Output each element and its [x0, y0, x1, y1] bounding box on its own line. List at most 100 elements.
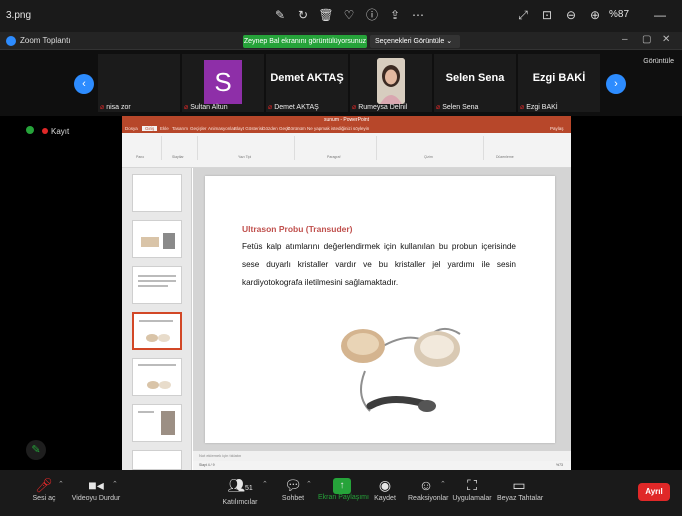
screen-share-banner: Zeynep Bal ekranını görüntülüyorsunuz — [243, 35, 367, 48]
participant-tile[interactable]: Demet AKTAŞ ⌀ Demet AKTAŞ — [266, 54, 348, 112]
apps-grid-icon: ⛶ — [467, 477, 477, 493]
delete-icon[interactable]: 🗑 — [318, 7, 334, 23]
participant-display-name: Demet AKTAŞ — [270, 72, 344, 84]
recording-indicator[interactable]: Kayıt — [26, 126, 69, 136]
ppt-tab[interactable]: Tasarım — [172, 126, 188, 131]
ppt-share-button[interactable]: Paylaş — [550, 126, 564, 131]
image-viewer-toolbar: 3.png ✎ ↻ 🗑 ♡ ⓘ ⇪ ⋯ ⤢ ⊡ ⊖ ⊕ %87 — — [0, 0, 682, 32]
minimize-icon[interactable]: — — [652, 7, 668, 23]
speaker-notes[interactable]: Not eklemek için tıklatın — [193, 451, 571, 461]
rotate-icon[interactable]: ↻ — [295, 7, 311, 23]
share-screen-button[interactable]: ↑ Ekran Paylaşımı — [318, 475, 369, 501]
current-slide[interactable]: Ultrason Probu (Transuder) Fetüs kalp at… — [205, 176, 555, 443]
window-restore-icon[interactable]: ▢ — [642, 34, 651, 45]
info-icon[interactable]: ⓘ — [364, 7, 380, 23]
gallery-view-label[interactable]: Görüntüle — [643, 58, 674, 65]
zoom-in-icon[interactable]: ⊕ — [587, 7, 603, 23]
participant-tile[interactable]: ⌀ Rumeysa Delnil — [350, 54, 432, 112]
ribbon-group-slides[interactable]: Slaytlar — [164, 136, 198, 160]
participant-tile[interactable]: ⌀ nisa zor — [98, 54, 180, 112]
fit-icon[interactable]: ⊡ — [539, 7, 555, 23]
ppt-statusbar: Slayt 4 / 9 %73 — [193, 461, 571, 470]
ribbon-group-drawing[interactable]: Çizim — [379, 136, 484, 160]
zoom-logo-icon — [6, 36, 16, 46]
view-options-button[interactable]: Seçenekleri Görüntüle ⌄ — [370, 35, 460, 48]
ribbon-group-paragraph[interactable]: Paragraf — [297, 136, 377, 160]
ppt-tab[interactable]: Slayt Gösterisi — [234, 126, 263, 131]
whiteboards-button[interactable]: ▭ Beyaz Tahtalar — [497, 475, 543, 502]
participant-tile[interactable]: Selen Sena ⌀ Selen Sena — [434, 54, 516, 112]
participant-display-name: Ezgi BAKİ — [532, 72, 586, 84]
ribbon-group-editing[interactable]: Düzenleme — [486, 136, 531, 160]
slide-editor: Ultrason Probu (Transuder) Fetüs kalp at… — [193, 168, 571, 470]
reactions-options-icon[interactable]: ⌃ — [440, 480, 446, 488]
ppt-ribbon-tabs: Dosya Giriş Ekle Tasarım Geçişler Animas… — [122, 125, 571, 133]
ppt-tab[interactable]: Giriş — [142, 126, 158, 131]
muted-mic-icon: ⌀ — [520, 104, 525, 111]
leave-meeting-button[interactable]: Ayrıl — [638, 483, 670, 501]
ppt-tab[interactable]: Görünüm — [287, 126, 306, 131]
window-close-icon[interactable]: ✕ — [662, 34, 670, 45]
participant-display-name: Selen Sena — [445, 72, 505, 84]
video-options-icon[interactable]: ⌃ — [112, 480, 118, 488]
edit-icon[interactable]: ✎ — [272, 7, 288, 23]
chat-button[interactable]: 💬︎ Sohbet — [280, 475, 306, 502]
slide-thumbnail[interactable] — [132, 450, 182, 470]
participant-gallery: ‹ ⌀ nisa zor S ⌀ Sultan Altun Demet AKTAŞ … — [0, 50, 682, 116]
annotate-pencil-icon[interactable]: ✎ — [26, 440, 46, 460]
thumbnail-probe-icon — [139, 320, 173, 342]
slide-thumbnail[interactable] — [132, 358, 182, 396]
slide-heading: Ultrason Probu (Transuder) — [242, 224, 353, 234]
thumbnail-device-icon — [138, 411, 175, 435]
audio-options-icon[interactable]: ⌃ — [58, 480, 64, 488]
unmute-button[interactable]: 🎤︎ Sesi aç — [30, 475, 58, 502]
muted-mic-icon: ⌀ — [184, 104, 189, 111]
slide-thumbnail-selected[interactable] — [132, 312, 182, 350]
ppt-tab[interactable]: Animasyonlar — [208, 126, 235, 131]
muted-mic-icon: ⌀ — [436, 104, 441, 111]
window-minimize-icon[interactable]: – — [622, 34, 628, 45]
gallery-next-button[interactable]: › — [606, 74, 626, 94]
ppt-tab[interactable]: Gözden Geçir — [262, 126, 290, 131]
more-icon[interactable]: ⋯ — [410, 7, 426, 23]
ppt-tab[interactable]: Ekle — [160, 126, 169, 131]
slide-thumbnail[interactable] — [132, 174, 182, 212]
participant-tile[interactable]: Ezgi BAKİ ⌀ Ezgi BAKİ — [518, 54, 600, 112]
muted-mic-icon: ⌀ — [268, 104, 273, 111]
participant-name-bar: ⌀ Demet AKTAŞ — [268, 104, 319, 111]
ppt-tab[interactable]: Dosya — [125, 126, 138, 131]
ribbon-group-clipboard[interactable]: Pano — [124, 136, 162, 160]
ppt-zoom-level[interactable]: %73 — [556, 463, 563, 467]
ppt-search[interactable]: Ne yapmak istediğinizi söyleyin — [307, 126, 369, 131]
thumbnail-image-icon — [141, 233, 175, 249]
zoom-out-icon[interactable]: ⊖ — [563, 7, 579, 23]
muted-mic-icon: ⌀ — [100, 104, 105, 111]
ultrasound-probe-image — [341, 327, 461, 412]
slide-counter: Slayt 4 / 9 — [199, 463, 215, 467]
ppt-tab[interactable]: Geçişler — [190, 126, 207, 131]
slide-thumbnail[interactable] — [132, 404, 182, 442]
ribbon-group-font[interactable]: Yazı Tipi — [200, 136, 295, 160]
record-dot-icon — [42, 128, 48, 134]
participant-tile[interactable]: S ⌀ Sultan Altun — [182, 54, 264, 112]
favorite-icon[interactable]: ♡ — [341, 7, 357, 23]
participants-button[interactable]: 👥︎51 Katılımcılar — [218, 475, 262, 506]
security-shield-icon — [26, 126, 34, 134]
participant-video — [377, 58, 405, 104]
slide-thumbnail[interactable] — [132, 220, 182, 258]
thumbnail-text-icon — [138, 275, 176, 287]
share-arrow-icon: ↑ — [333, 478, 351, 494]
participant-name-bar: ⌀ Rumeysa Delnil — [352, 104, 408, 111]
muted-mic-icon: ⌀ — [352, 104, 357, 111]
expand-icon[interactable]: ⤢ — [515, 7, 531, 23]
record-icon: ◉ — [378, 477, 392, 493]
reactions-button[interactable]: ☺ Reaksiyonlar — [408, 475, 448, 502]
chat-options-icon[interactable]: ⌃ — [306, 480, 312, 488]
apps-button[interactable]: ⛶ Uygulamalar — [452, 475, 492, 502]
filename: 3.png — [6, 10, 32, 21]
participants-options-icon[interactable]: ⌃ — [262, 480, 268, 488]
gallery-prev-button[interactable]: ‹ — [74, 74, 94, 94]
share-icon[interactable]: ⇪ — [387, 7, 403, 23]
record-button[interactable]: ◉ Kaydet — [372, 475, 398, 502]
slide-thumbnail[interactable] — [132, 266, 182, 304]
